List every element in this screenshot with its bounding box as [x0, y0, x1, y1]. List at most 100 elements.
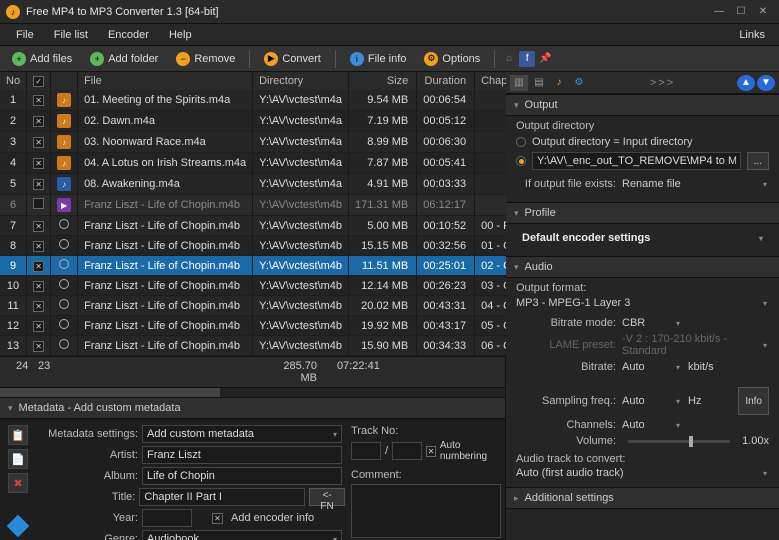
additional-section-header[interactable]: Additional settings [506, 487, 779, 509]
table-row[interactable]: 7✕Franz Liszt - Life of Chopin.m4bY:\AV\… [0, 216, 590, 236]
options-button[interactable]: ⚙Options [416, 49, 488, 69]
row-checkbox[interactable]: ✕ [33, 158, 44, 169]
volume-label: Volume: [516, 435, 616, 447]
bitrate-select[interactable]: Auto [622, 361, 682, 373]
table-row[interactable]: 11✕Franz Liszt - Life of Chopin.m4bY:\AV… [0, 296, 590, 316]
comment-label: Comment: [351, 469, 501, 481]
channels-select[interactable]: Auto [622, 419, 682, 431]
artist-label: Artist: [38, 449, 138, 461]
paste-meta-button[interactable]: 📄 [8, 449, 28, 469]
year-input[interactable] [142, 509, 192, 527]
row-checkbox[interactable]: ✕ [33, 301, 44, 312]
nav-profile-icon[interactable]: ▤ [530, 75, 548, 91]
table-row[interactable]: 3✕♪03. Noonward Race.m4aY:\AV\vctest\m4a… [0, 132, 590, 153]
maximize-button[interactable]: ☐ [731, 4, 751, 20]
clear-meta-button[interactable]: ✖ [8, 473, 28, 493]
track-no-input[interactable] [351, 442, 381, 460]
table-row[interactable]: 10✕Franz Liszt - Life of Chopin.m4bY:\AV… [0, 276, 590, 296]
row-checkbox[interactable] [33, 198, 44, 209]
table-row[interactable]: 8✕Franz Liszt - Life of Chopin.m4bY:\AV\… [0, 236, 590, 256]
profile-select[interactable]: Default encoder settings [516, 228, 769, 248]
horizontal-scrollbar[interactable] [0, 387, 505, 397]
table-row[interactable]: 2✕♪02. Dawn.m4aY:\AV\vctest\m4a7.19 MB00… [0, 111, 590, 132]
col-duration[interactable]: Duration [417, 72, 475, 90]
nav-up-icon[interactable]: ▲ [737, 75, 755, 91]
nav-output-icon[interactable]: ▥ [510, 75, 528, 91]
row-checkbox[interactable]: ✕ [33, 95, 44, 106]
close-button[interactable]: ✕ [753, 4, 773, 20]
audio-section-header[interactable]: Audio [506, 256, 779, 278]
exists-select[interactable]: Rename file [622, 178, 769, 190]
table-row[interactable]: 6▶Franz Liszt - Life of Chopin.m4bY:\AV\… [0, 195, 590, 216]
sampfreq-select[interactable]: Auto [622, 395, 682, 407]
row-checkbox[interactable]: ✕ [33, 261, 44, 272]
row-checkbox[interactable]: ✕ [33, 281, 44, 292]
add-encoder-checkbox[interactable]: ✕ [212, 513, 223, 524]
facebook-icon[interactable]: f [519, 51, 535, 67]
output-path-radio[interactable] [516, 156, 526, 166]
artist-input[interactable] [142, 446, 342, 464]
table-row[interactable]: 9✕Franz Liszt - Life of Chopin.m4bY:\AV\… [0, 256, 590, 276]
metadata-header[interactable]: Metadata - Add custom metadata [0, 397, 505, 419]
profile-section-header[interactable]: Profile [506, 202, 779, 224]
menu-encoder[interactable]: Encoder [98, 27, 159, 43]
col-file[interactable]: File [78, 72, 253, 90]
table-row[interactable]: 1✕♪01. Meeting of the Spirits.m4aY:\AV\v… [0, 90, 590, 111]
row-checkbox[interactable]: ✕ [33, 321, 44, 332]
nav-audio-icon[interactable]: ♪ [550, 75, 568, 91]
row-checkbox[interactable]: ✕ [33, 241, 44, 252]
pin-icon[interactable]: 📌 [537, 51, 553, 67]
year-label: Year: [38, 512, 138, 524]
lame-label: LAME preset: [516, 339, 616, 351]
menu-file[interactable]: File [6, 27, 44, 43]
nav-settings-icon[interactable]: ⚙ [570, 75, 588, 91]
album-input[interactable] [142, 467, 342, 485]
volume-slider[interactable] [628, 440, 730, 443]
output-path-input[interactable] [532, 152, 741, 170]
row-checkbox[interactable]: ✕ [33, 221, 44, 232]
home-icon[interactable]: ⌂ [501, 51, 517, 67]
browse-button[interactable]: ... [747, 152, 769, 170]
menu-help[interactable]: Help [159, 27, 202, 43]
menu-links[interactable]: Links [731, 27, 773, 43]
add-folder-button[interactable]: +Add folder [82, 49, 166, 69]
table-row[interactable]: 12✕Franz Liszt - Life of Chopin.m4bY:\AV… [0, 316, 590, 336]
convert-button[interactable]: ▶Convert [256, 49, 329, 69]
row-checkbox[interactable]: ✕ [33, 341, 44, 352]
bitrate-mode-select[interactable]: CBR [622, 317, 682, 329]
comment-textarea[interactable] [351, 484, 501, 538]
table-row[interactable]: 4✕♪04. A Lotus on Irish Streams.m4aY:\AV… [0, 153, 590, 174]
format-select[interactable]: MP3 - MPEG-1 Layer 3 [516, 297, 769, 309]
table-row[interactable]: 13✕Franz Liszt - Life of Chopin.m4bY:\AV… [0, 336, 590, 356]
auto-numbering-checkbox[interactable]: ✕ [426, 446, 436, 457]
nav-down-icon[interactable]: ▼ [757, 75, 775, 91]
menu-filelist[interactable]: File list [44, 27, 98, 43]
remove-button[interactable]: −Remove [168, 49, 243, 69]
col-check[interactable]: ✓ [27, 72, 51, 90]
audio-track-select[interactable]: Auto (first audio track) [516, 467, 769, 479]
row-checkbox[interactable]: ✕ [33, 179, 44, 190]
info-button[interactable]: Info [738, 387, 769, 415]
col-no[interactable]: No [0, 72, 27, 90]
minimize-button[interactable]: — [709, 4, 729, 20]
meta-settings-select[interactable]: Add custom metadata [142, 425, 342, 443]
col-size[interactable]: Size [349, 72, 417, 90]
genre-select[interactable]: Audiobook [142, 530, 342, 540]
file-info-button[interactable]: iFile info [342, 49, 415, 69]
col-directory[interactable]: Directory [253, 72, 349, 90]
plus-icon: + [12, 52, 26, 66]
title-input[interactable] [139, 488, 305, 506]
add-files-button[interactable]: +Add files [4, 49, 80, 69]
row-checkbox[interactable]: ✕ [33, 116, 44, 127]
output-same-radio[interactable] [516, 137, 526, 147]
track-total-input[interactable] [392, 442, 422, 460]
nav-more[interactable]: >>> [590, 77, 735, 89]
summary-row: 24 23 285.70 MB 07:22:41 [0, 356, 505, 387]
row-checkbox[interactable]: ✕ [33, 137, 44, 148]
table-row[interactable]: 5✕♪08. Awakening.m4aY:\AV\vctest\m4a4.91… [0, 174, 590, 195]
fn-button[interactable]: <-FN [309, 488, 345, 506]
copy-meta-button[interactable]: 📋 [8, 425, 28, 445]
separator [335, 50, 336, 68]
col-icon[interactable] [51, 72, 78, 90]
output-section-header[interactable]: Output [506, 94, 779, 116]
